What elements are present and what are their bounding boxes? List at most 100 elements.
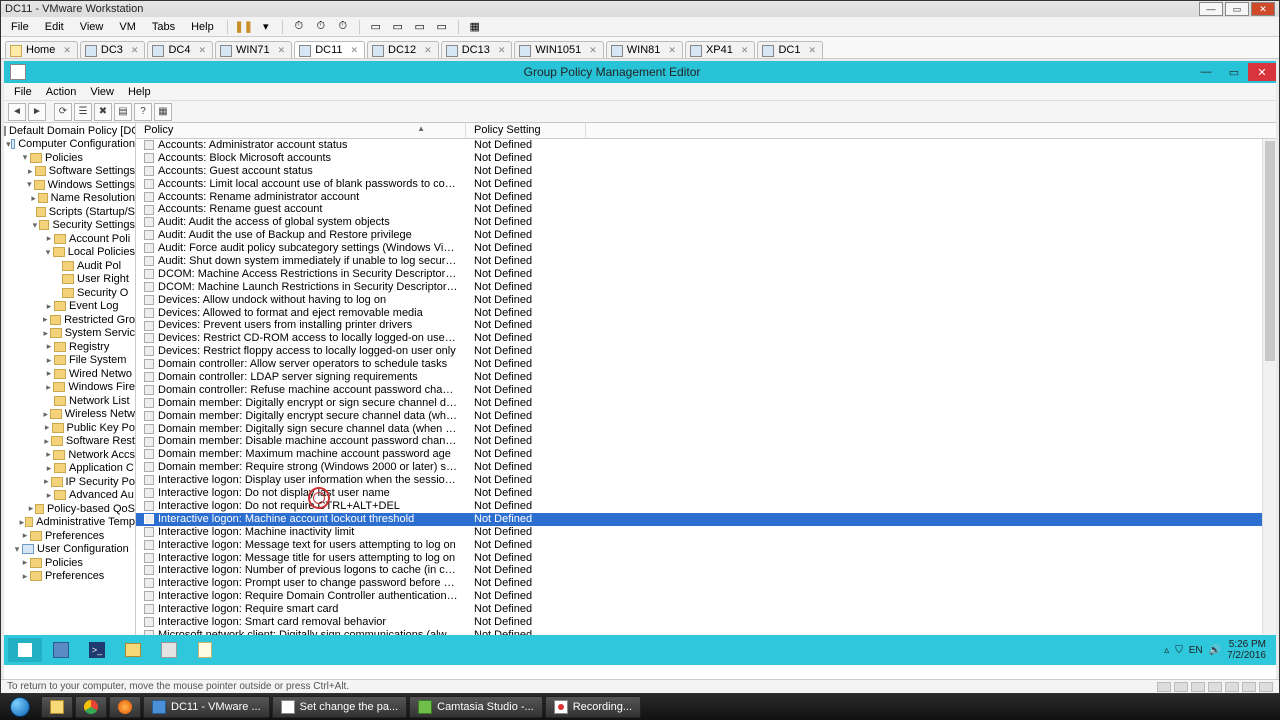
guest-taskbar-app1[interactable]: [152, 638, 186, 662]
policy-row[interactable]: Accounts: Block Microsoft accountsNot De…: [136, 152, 1276, 165]
tb-properties-button[interactable]: ☰: [74, 103, 92, 121]
policy-row[interactable]: Domain controller: LDAP server signing r…: [136, 371, 1276, 384]
tree-expander-icon[interactable]: ▸: [41, 409, 50, 420]
policy-row[interactable]: Domain member: Digitally sign secure cha…: [136, 423, 1276, 436]
policy-row[interactable]: Accounts: Rename guest accountNot Define…: [136, 203, 1276, 216]
tree-node[interactable]: ▸Network Accs: [4, 448, 135, 462]
policy-row[interactable]: Audit: Audit the use of Backup and Resto…: [136, 229, 1276, 242]
tb-extra-button[interactable]: ▦: [154, 103, 172, 121]
gp-menu-view[interactable]: View: [84, 85, 120, 99]
tree-node[interactable]: ▸Application C: [4, 462, 135, 476]
policy-row[interactable]: Audit: Audit the access of global system…: [136, 216, 1276, 229]
policy-row[interactable]: Domain controller: Allow server operator…: [136, 358, 1276, 371]
tree-expander-icon[interactable]: ▸: [20, 530, 30, 541]
vmware-pause-button[interactable]: ❚❚: [235, 19, 253, 35]
policy-tree[interactable]: Default Domain Policy [DC11.F▾Computer C…: [4, 123, 136, 635]
tree-expander-icon[interactable]: ▾: [31, 220, 39, 231]
policy-row[interactable]: Interactive logon: Message title for use…: [136, 552, 1276, 565]
policy-row[interactable]: Devices: Restrict CD-ROM access to local…: [136, 332, 1276, 345]
tree-expander-icon[interactable]: ▸: [20, 571, 30, 582]
vmware-menu-tabs[interactable]: Tabs: [146, 19, 181, 35]
tree-expander-icon[interactable]: ▾: [20, 152, 30, 163]
tree-expander-icon[interactable]: ▸: [44, 490, 54, 501]
vmware-menu-view[interactable]: View: [74, 19, 110, 35]
nav-back-button[interactable]: ◄: [8, 103, 26, 121]
tree-node[interactable]: ▾Local Policies: [4, 246, 135, 260]
tree-expander-icon[interactable]: ▸: [44, 341, 54, 352]
tab-close-icon[interactable]: ✕: [198, 45, 206, 56]
tree-node[interactable]: ▸Windows Fire: [4, 381, 135, 395]
policy-row[interactable]: Audit: Shut down system immediately if u…: [136, 255, 1276, 268]
vmware-device-icon[interactable]: [1242, 682, 1256, 692]
guest-taskbar-app2[interactable]: [188, 638, 222, 662]
tree-expander-icon[interactable]: ▾: [25, 179, 34, 190]
policy-row[interactable]: Devices: Allowed to format and eject rem…: [136, 307, 1276, 320]
tree-expander-icon[interactable]: ▸: [42, 476, 51, 487]
policy-row[interactable]: Interactive logon: Message text for user…: [136, 539, 1276, 552]
tree-expander-icon[interactable]: ▸: [30, 193, 38, 204]
gp-min-button[interactable]: —: [1192, 63, 1220, 81]
tree-node[interactable]: ▾Security Settings: [4, 219, 135, 233]
policy-row[interactable]: Domain member: Require strong (Windows 2…: [136, 461, 1276, 474]
tree-node[interactable]: ▸Advanced Au: [4, 489, 135, 503]
tree-node[interactable]: ▸Preferences: [4, 570, 135, 584]
tab-close-icon[interactable]: ✕: [278, 45, 286, 56]
vmware-device-icon[interactable]: [1157, 682, 1171, 692]
host-taskbar-button[interactable]: Camtasia Studio -...: [409, 696, 543, 718]
vmware-tab-dc12[interactable]: DC12✕: [367, 41, 439, 58]
policy-row[interactable]: Accounts: Guest account statusNot Define…: [136, 165, 1276, 178]
policy-row[interactable]: Accounts: Limit local account use of bla…: [136, 178, 1276, 191]
tree-expander-icon[interactable]: ▾: [12, 544, 22, 555]
policy-row[interactable]: Interactive logon: Require Domain Contro…: [136, 590, 1276, 603]
host-taskbar-button[interactable]: DC11 - VMware ...: [143, 696, 270, 718]
tab-close-icon[interactable]: ✕: [498, 45, 506, 56]
vmware-snapshot-button[interactable]: ⏱: [290, 19, 308, 35]
policy-row[interactable]: DCOM: Machine Launch Restrictions in Sec…: [136, 281, 1276, 294]
tree-node[interactable]: ▸Wireless Netw: [4, 408, 135, 422]
policy-row[interactable]: Interactive logon: Do not display last u…: [136, 487, 1276, 500]
host-start-button[interactable]: [0, 694, 40, 720]
nav-forward-button[interactable]: ►: [28, 103, 46, 121]
tray-clock[interactable]: 5:26 PM 7/2/2016: [1227, 639, 1266, 661]
tree-node[interactable]: Audit Pol: [4, 259, 135, 273]
tree-node[interactable]: ▸System Servic: [4, 327, 135, 341]
tree-node[interactable]: ▸Policies: [4, 556, 135, 570]
vmware-max-button[interactable]: ▭: [1225, 2, 1249, 16]
tab-close-icon[interactable]: ✕: [351, 45, 359, 56]
tree-expander-icon[interactable]: ▸: [20, 557, 30, 568]
tree-node[interactable]: Network List: [4, 394, 135, 408]
vmware-device-icon[interactable]: [1191, 682, 1205, 692]
tab-close-icon[interactable]: ✕: [668, 45, 676, 56]
tree-expander-icon[interactable]: ▸: [41, 328, 50, 339]
tree-node[interactable]: ▸Event Log: [4, 300, 135, 314]
tree-expander-icon[interactable]: ▾: [43, 247, 53, 258]
policy-row[interactable]: Accounts: Rename administrator accountNo…: [136, 191, 1276, 204]
tab-close-icon[interactable]: ✕: [424, 45, 432, 56]
vmware-tab-xp41[interactable]: XP41✕: [685, 41, 755, 58]
vmware-tab-dc13[interactable]: DC13✕: [441, 41, 513, 58]
tree-node[interactable]: ▾Computer Configuration: [4, 138, 135, 152]
tb-refresh-button[interactable]: ⟳: [54, 103, 72, 121]
host-taskbar-button[interactable]: [109, 696, 141, 718]
col-setting[interactable]: Policy Setting: [466, 123, 586, 138]
host-taskbar[interactable]: DC11 - VMware ...Set change the pa...Cam…: [0, 694, 1280, 720]
tree-expander-icon[interactable]: ▸: [42, 436, 51, 447]
host-taskbar-button[interactable]: Set change the pa...: [272, 696, 407, 718]
host-taskbar-button[interactable]: Recording...: [545, 696, 641, 718]
host-taskbar-button[interactable]: [75, 696, 107, 718]
tree-expander-icon[interactable]: ▸: [26, 166, 35, 177]
tab-close-icon[interactable]: ✕: [808, 45, 816, 56]
vmware-tab-win1051[interactable]: WIN1051✕: [514, 41, 603, 58]
vmware-tab-dc4[interactable]: DC4✕: [147, 41, 213, 58]
tray-flag-icon[interactable]: ▵: [1164, 645, 1169, 656]
vmware-tab-dc11[interactable]: DC11✕: [294, 41, 365, 58]
tree-node[interactable]: ▸Administrative Temp: [4, 516, 135, 530]
policy-row[interactable]: Interactive logon: Machine account locko…: [136, 513, 1276, 526]
guest-taskbar-powershell[interactable]: >_: [80, 638, 114, 662]
guest-taskbar-servermgr[interactable]: [44, 638, 78, 662]
tree-expander-icon[interactable]: ▸: [44, 355, 54, 366]
list-header[interactable]: Policy▲ Policy Setting: [136, 123, 1276, 139]
gp-menu-file[interactable]: File: [8, 85, 38, 99]
policy-row[interactable]: Interactive logon: Do not require CTRL+A…: [136, 500, 1276, 513]
tree-node[interactable]: ▸Software Rest: [4, 435, 135, 449]
